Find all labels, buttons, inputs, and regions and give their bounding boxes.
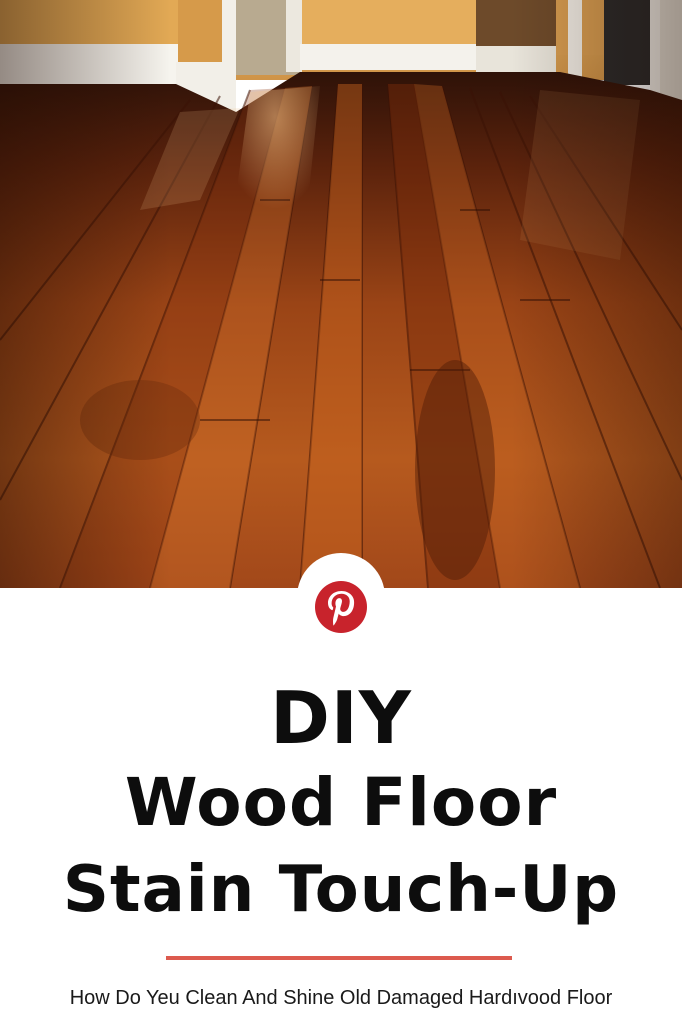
accent-divider — [166, 956, 512, 960]
hardwood-floor-photo — [0, 0, 682, 588]
title-line-1: DIY — [270, 676, 412, 760]
title-line-3: Stain Touch-Up — [62, 853, 620, 927]
title-line-2: Wood Floor — [124, 764, 558, 841]
pinterest-icon — [314, 580, 368, 634]
pin-card: DIY Wood Floor Stain Touch-Up How Do Yeu… — [0, 0, 682, 1024]
subtitle: How Do Yeu Clean And Shine Old Damaged H… — [69, 987, 613, 1009]
